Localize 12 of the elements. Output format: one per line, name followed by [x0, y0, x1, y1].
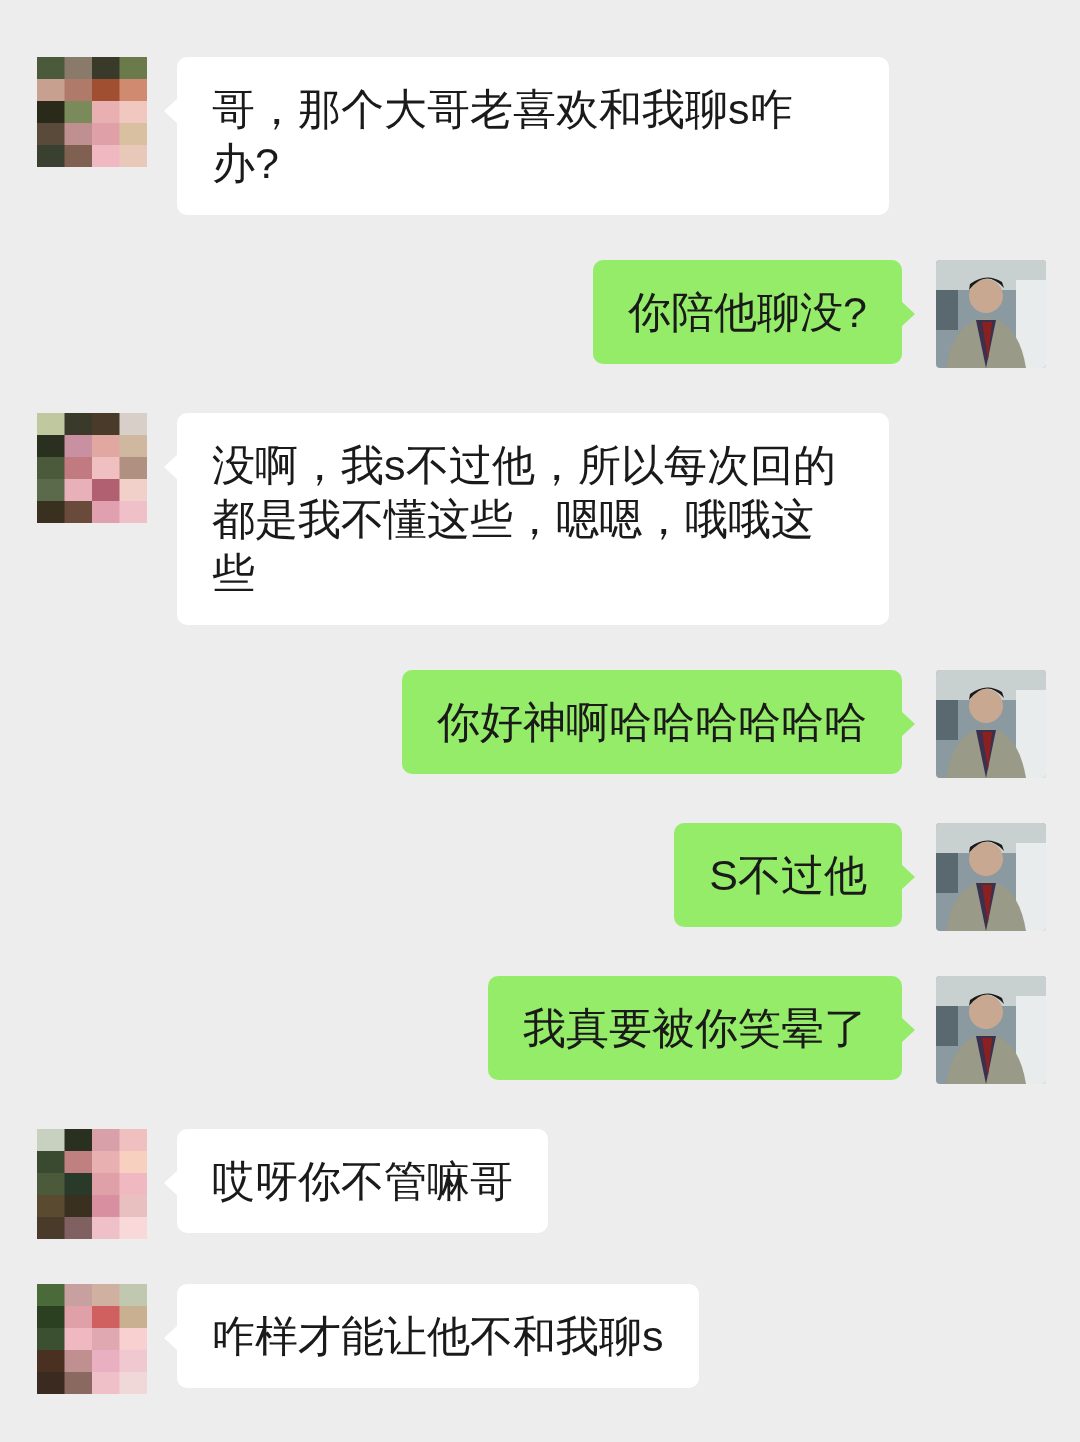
bubble-tail-icon [901, 1017, 915, 1043]
bubble-tail-icon [901, 301, 915, 327]
message-bubble: 没啊，我s不过他，所以每次回的都是我不懂这些，嗯嗯，哦哦这些 [177, 413, 889, 625]
bubble-tail-icon [901, 864, 915, 890]
message-bubble: 咋样才能让他不和我聊s [177, 1284, 699, 1388]
bubble-tail-icon [901, 711, 915, 737]
message-bubble: 哥，那个大哥老喜欢和我聊s咋办? [177, 57, 889, 215]
message-bubble: S不过他 [674, 823, 902, 927]
message-bubble: 你陪他聊没? [593, 260, 902, 364]
message-bubble: 我真要被你笑晕了 [488, 976, 902, 1080]
message-bubble: 你好神啊哈哈哈哈哈哈 [402, 670, 902, 774]
message-bubble: 哎呀你不管嘛哥 [177, 1129, 548, 1233]
